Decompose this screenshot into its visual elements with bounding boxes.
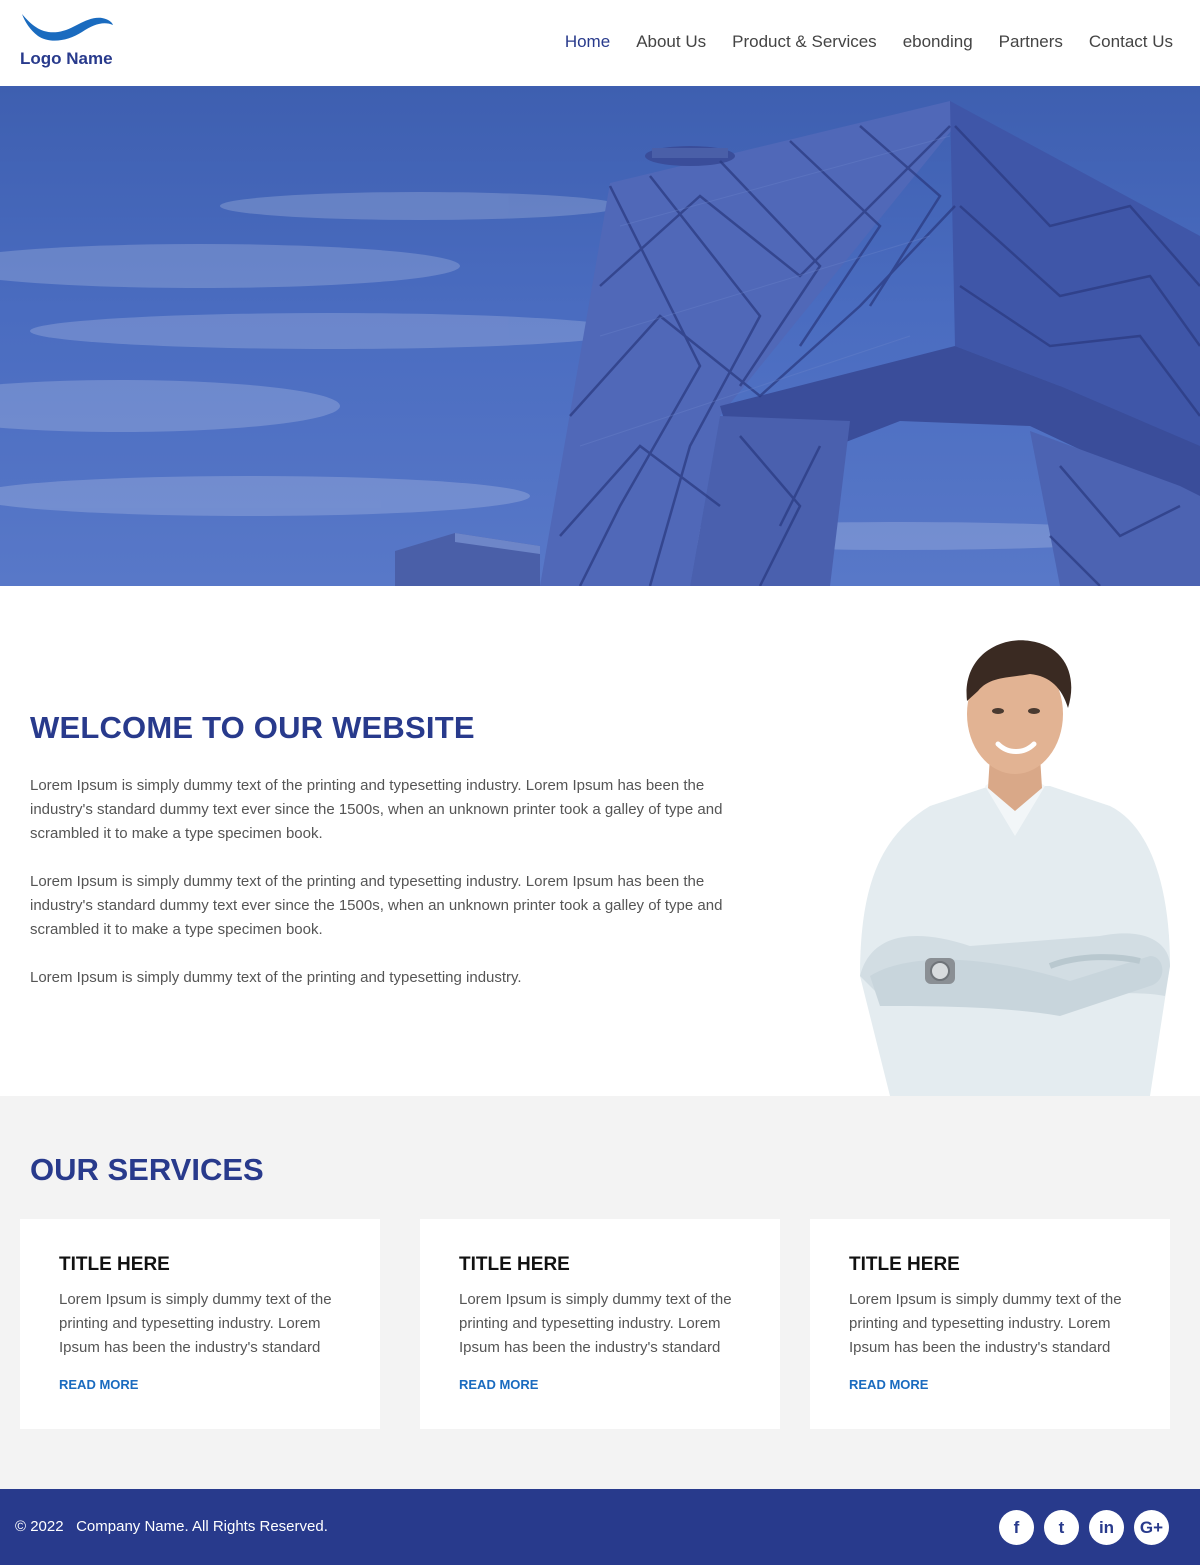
read-more-link[interactable]: READ MORE — [849, 1377, 928, 1392]
services-section: OUR SERVICES TITLE HERE Lorem Ipsum is s… — [0, 1096, 1200, 1489]
service-card-title: TITLE HERE — [459, 1254, 570, 1275]
nav-product-services[interactable]: Product & Services — [732, 32, 877, 52]
social-links: f t in G+ — [999, 1510, 1169, 1545]
facebook-icon[interactable]: f — [999, 1510, 1034, 1545]
welcome-paragraph-3: Lorem Ipsum is simply dummy text of the … — [30, 969, 522, 986]
logo-wave-icon — [22, 14, 113, 41]
nav-partners[interactable]: Partners — [999, 32, 1063, 52]
linkedin-icon[interactable]: in — [1089, 1510, 1124, 1545]
service-card-text: Lorem Ipsum is simply dummy text of the … — [59, 1291, 332, 1356]
service-card: TITLE HERE Lorem Ipsum is simply dummy t… — [810, 1219, 1170, 1429]
welcome-title: WELCOME TO OUR WEBSITE — [30, 710, 475, 745]
nav-home[interactable]: Home — [565, 32, 610, 52]
service-card-title: TITLE HERE — [59, 1254, 170, 1275]
nav-contact-us[interactable]: Contact Us — [1089, 32, 1173, 52]
welcome-paragraph-1: Lorem Ipsum is simply dummy text of the … — [30, 777, 723, 842]
hero-banner — [0, 86, 1200, 586]
copyright-text: © 2022 Company Name. All Rights Reserved… — [15, 1518, 328, 1535]
read-more-link[interactable]: READ MORE — [459, 1377, 538, 1392]
services-title: OUR SERVICES — [30, 1152, 264, 1187]
service-card-text: Lorem Ipsum is simply dummy text of the … — [849, 1291, 1122, 1356]
main-nav: Home About Us Product & Services ebondin… — [565, 32, 1173, 52]
nav-ebonding[interactable]: ebonding — [903, 32, 973, 52]
nav-about-us[interactable]: About Us — [636, 32, 706, 52]
read-more-link[interactable]: READ MORE — [59, 1377, 138, 1392]
welcome-paragraph-2: Lorem Ipsum is simply dummy text of the … — [30, 873, 723, 938]
site-header: Logo Name Home About Us Product & Servic… — [0, 0, 1200, 86]
logo-text: Logo Name — [20, 49, 113, 68]
service-card: TITLE HERE Lorem Ipsum is simply dummy t… — [20, 1219, 380, 1429]
building-image — [0, 101, 1200, 586]
service-card: TITLE HERE Lorem Ipsum is simply dummy t… — [420, 1219, 780, 1429]
person-photo — [860, 640, 1170, 1096]
service-card-title: TITLE HERE — [849, 1254, 960, 1275]
logo[interactable]: Logo Name — [20, 12, 120, 72]
site-footer: © 2022 Company Name. All Rights Reserved… — [0, 1489, 1200, 1565]
google-plus-icon[interactable]: G+ — [1134, 1510, 1169, 1545]
service-card-text: Lorem Ipsum is simply dummy text of the … — [459, 1291, 732, 1356]
twitter-icon[interactable]: t — [1044, 1510, 1079, 1545]
welcome-section: WELCOME TO OUR WEBSITE Lorem Ipsum is si… — [0, 586, 1200, 1096]
